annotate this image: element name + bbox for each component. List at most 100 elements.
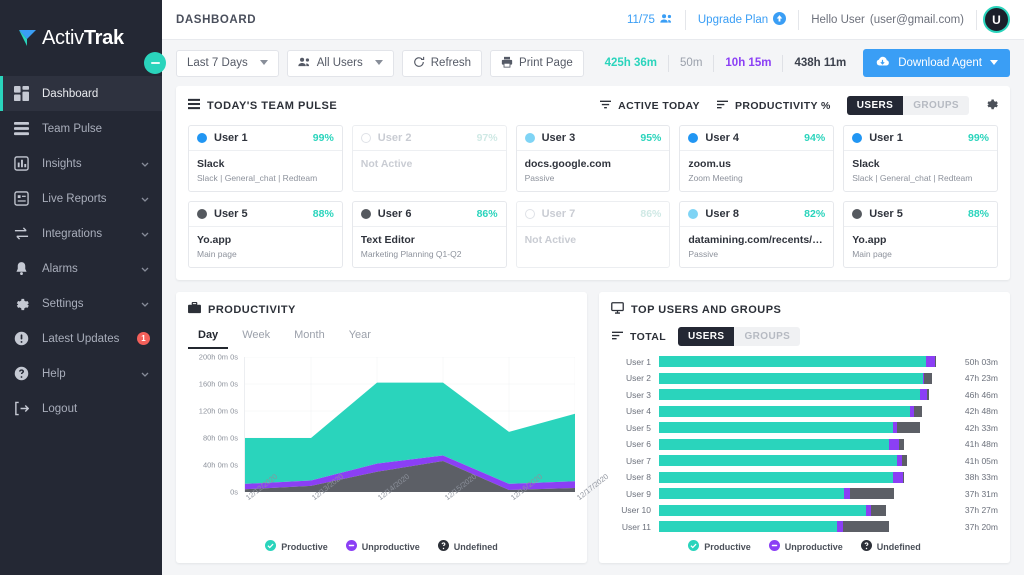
bar-row[interactable]: User 1037h 27m [611, 503, 998, 518]
tab-year[interactable]: Year [339, 325, 381, 349]
bar-row[interactable]: User 442h 48m [611, 404, 998, 419]
print-page-button[interactable]: Print Page [490, 50, 584, 77]
total-sort[interactable]: TOTAL [611, 330, 666, 344]
bar-segment-productive [659, 488, 844, 499]
status-dot [361, 209, 371, 219]
legend-item-unproductive[interactable]: Unproductive [769, 540, 843, 553]
logo[interactable]: ActivTrak [0, 0, 162, 76]
bar-row[interactable]: User 542h 33m [611, 420, 998, 435]
sidebar-item-label: Settings [34, 298, 140, 310]
sort-icon [599, 99, 612, 113]
sidebar-item-integrations[interactable]: Integrations [0, 216, 162, 251]
bar-row[interactable]: User 247h 23m [611, 371, 998, 386]
bar-label: User 2 [611, 373, 659, 383]
bar-row[interactable]: User 150h 03m [611, 354, 998, 369]
date-range-select[interactable]: Last 7 Days [176, 50, 279, 77]
bar-segment-undefined [914, 406, 921, 417]
stat-undefined: 10h 15m [714, 55, 783, 72]
sidebar-item-logout[interactable]: Logout [0, 391, 162, 426]
status-dot [197, 209, 207, 219]
team-pulse-card[interactable]: User 588%Yo.appMain page [843, 201, 998, 268]
active-today-sort[interactable]: ACTIVE TODAY [599, 99, 700, 113]
sidebar-item-alarms[interactable]: Alarms [0, 251, 162, 286]
briefcase-icon [188, 302, 201, 317]
bar-row[interactable]: User 346h 46m [611, 387, 998, 402]
pulse-card-body: datamining.com/recents/2021-r...Passive [680, 227, 833, 267]
team-pulse-card[interactable]: User 882%datamining.com/recents/2021-r..… [679, 201, 834, 268]
bar-segment-undefined [935, 356, 936, 367]
legend-item-undefined[interactable]: Undefined [438, 540, 498, 553]
main-area: DASHBOARD 11/75 Upgrade Plan Hello User [162, 0, 1024, 575]
bar-row[interactable]: User 741h 05m [611, 453, 998, 468]
bar-row[interactable]: User 838h 33m [611, 470, 998, 485]
pulse-card-header: User 199% [189, 126, 342, 151]
filter-toolbar: Last 7 Days All Users Refresh [162, 40, 1024, 86]
sidebar-item-help[interactable]: Help [0, 356, 162, 391]
team-pulse-card[interactable]: User 494%zoom.usZoom Meeting [679, 125, 834, 192]
pulse-card-body: Text EditorMarketing Planning Q1-Q2 [353, 227, 506, 267]
user-filter-select[interactable]: All Users [287, 50, 394, 77]
team-pulse-card[interactable]: User 297%Not Active [352, 125, 507, 192]
tab-users[interactable]: USERS [678, 327, 734, 346]
tab-week[interactable]: Week [232, 325, 280, 349]
chevron-down-icon [140, 299, 150, 309]
tab-month[interactable]: Month [284, 325, 335, 349]
sidebar-collapse-button[interactable] [144, 52, 166, 74]
legend-item-undefined[interactable]: Undefined [861, 540, 921, 553]
productivity-pct-sort[interactable]: PRODUCTIVITY % [716, 99, 831, 113]
user-greeting[interactable]: Hello User (user@gmail.com) [799, 10, 977, 30]
pulse-card-user: User 6 [378, 208, 412, 220]
team-pulse-card[interactable]: User 199%SlackSlack | General_chat | Red… [843, 125, 998, 192]
undefined-icon [438, 540, 449, 553]
sidebar-item-label: Integrations [34, 228, 140, 240]
pulse-card-app: Slack [852, 158, 989, 170]
tab-groups[interactable]: GROUPS [903, 96, 969, 115]
sidebar-item-label: Live Reports [34, 193, 140, 205]
tab-users[interactable]: USERS [847, 96, 903, 115]
bar-label: User 10 [611, 505, 659, 515]
avatar[interactable]: U [983, 6, 1010, 33]
legend-item-unproductive[interactable]: Unproductive [346, 540, 420, 553]
productive-icon [265, 540, 276, 553]
tab-groups[interactable]: GROUPS [734, 327, 800, 346]
bar-value: 41h 48m [946, 439, 998, 449]
pulse-card-user: User 7 [542, 208, 576, 220]
sidebar-item-insights[interactable]: Insights [0, 146, 162, 181]
sidebar-item-live-reports[interactable]: Live Reports [0, 181, 162, 216]
seat-count[interactable]: 11/75 [615, 10, 686, 30]
upgrade-plan-button[interactable]: Upgrade Plan [686, 10, 799, 30]
team-pulse-card[interactable]: User 588%Yo.appMain page [188, 201, 343, 268]
legend-item-productive[interactable]: Productive [265, 540, 328, 553]
team-pulse-card[interactable]: User 786%Not Active [516, 201, 671, 268]
refresh-button[interactable]: Refresh [402, 50, 482, 77]
team-pulse-card[interactable]: User 395%docs.google.comPassive [516, 125, 671, 192]
cloud-download-icon [875, 55, 890, 71]
productivity-panel: PRODUCTIVITY DayWeekMonthYear 200h 0m 0s… [176, 292, 587, 563]
legend-label: Unproductive [362, 542, 420, 552]
tab-day[interactable]: Day [188, 325, 228, 349]
bell-icon [14, 261, 34, 276]
pulse-card-detail: Marketing Planning Q1-Q2 [361, 249, 498, 259]
bar-row[interactable]: User 1137h 20m [611, 519, 998, 534]
bar-row[interactable]: User 641h 48m [611, 437, 998, 452]
y-axis: 200h 0m 0s160h 0m 0s120h 0m 0s80h 0m 0s4… [188, 357, 244, 492]
sidebar-item-label: Help [34, 368, 140, 380]
sidebar-item-dashboard[interactable]: Dashboard [0, 76, 162, 111]
team-pulse-card[interactable]: User 199%SlackSlack | General_chat | Red… [188, 125, 343, 192]
bar-segment-productive [659, 439, 889, 450]
activtrak-logo-icon [18, 28, 40, 48]
team-pulse-title: TODAY'S TEAM PULSE [207, 100, 337, 112]
sidebar-item-latest-updates[interactable]: Latest Updates 1 [0, 321, 162, 356]
gear-icon[interactable] [985, 97, 998, 115]
sidebar-item-team-pulse[interactable]: Team Pulse [0, 111, 162, 146]
sidebar-item-settings[interactable]: Settings [0, 286, 162, 321]
pulse-card-percent: 95% [640, 132, 661, 144]
unproductive-icon [346, 540, 357, 553]
dashboard-content: TODAY'S TEAM PULSE ACTIVE TODAY PRODUCTI… [162, 86, 1024, 575]
legend-item-productive[interactable]: Productive [688, 540, 751, 553]
status-dot [525, 133, 535, 143]
download-agent-button[interactable]: Download Agent [863, 49, 1010, 77]
team-pulse-card[interactable]: User 686%Text EditorMarketing Planning Q… [352, 201, 507, 268]
reports-icon [14, 191, 34, 206]
bar-row[interactable]: User 937h 31m [611, 486, 998, 501]
